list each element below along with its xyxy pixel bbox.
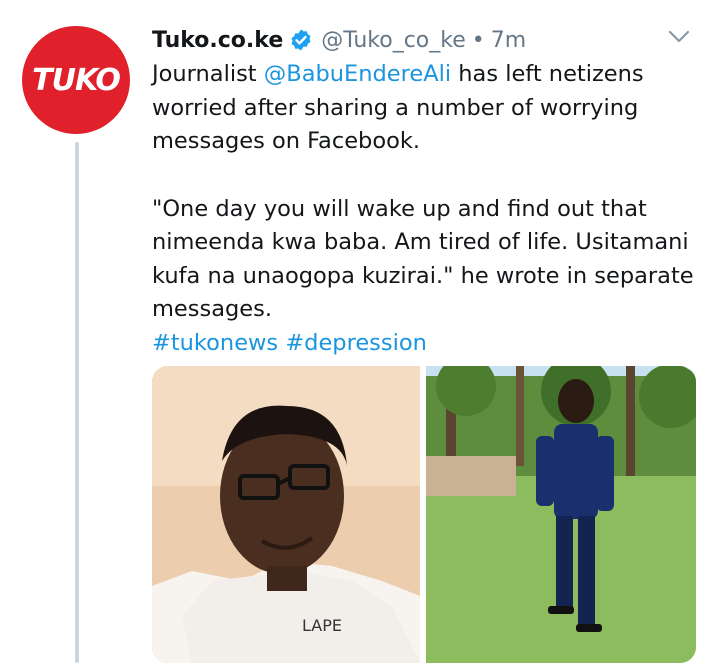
avatar-logo-text: TUKO [32,62,121,98]
mention-link[interactable]: @BabuEndereAli [264,61,451,87]
hashtag-tukonews[interactable]: #tukonews [152,330,278,356]
tweet-header: Tuko.co.ke @Tuko_co_ke • 7m [152,24,526,56]
hashtag-depression[interactable]: #depression [285,330,427,356]
photo-outdoor[interactable] [426,366,696,663]
separator-dot: • [471,27,485,53]
chevron-down-icon[interactable] [668,30,690,44]
tweet-paragraph-1: Journalist @BabuEndereAli has left netiz… [152,58,697,159]
account-name[interactable]: Tuko.co.ke [152,28,283,53]
hashtag-row: #tukonews #depression [152,327,697,361]
shirt-text: LAPE [302,616,342,635]
tweet-paragraph-quote: "One day you will wake up and find out t… [152,195,694,323]
portrait-illustration: LAPE [152,366,420,663]
thread-line [75,142,79,663]
verified-badge-icon [291,29,311,51]
tweet-timestamp[interactable]: 7m [491,28,526,53]
account-handle[interactable]: @Tuko_co_ke [321,28,466,53]
tweet-text: Journalist @BabuEndereAli has left netiz… [152,58,697,360]
photo-portrait[interactable]: LAPE [152,366,420,663]
avatar[interactable]: TUKO [22,26,130,134]
tweet-media: LAPE [152,366,696,663]
outdoor-illustration [426,366,696,663]
tweet-text-prefix: Journalist [152,61,264,87]
